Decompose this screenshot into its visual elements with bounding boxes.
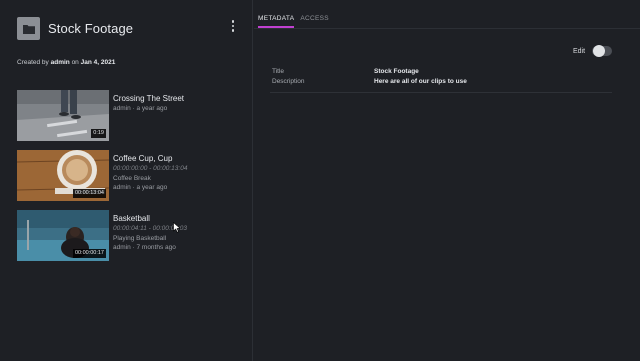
tabs-divider <box>254 28 640 29</box>
metadata-key: Description <box>272 78 305 85</box>
tab-metadata[interactable]: METADATA <box>258 14 295 28</box>
dot-icon <box>231 20 235 23</box>
clip-item[interactable]: 00:00:13:04 Coffee Cup, Cup 00:00:00:00 … <box>17 150 247 202</box>
created-by-text: Created by admin on Jan 4, 2021 <box>17 59 115 66</box>
metadata-value: Stock Footage <box>374 68 419 75</box>
details-tabs: METADATA ACCESS <box>258 14 329 28</box>
folder-icon <box>17 17 40 40</box>
clip-thumbnail[interactable]: 0:19 <box>17 90 109 141</box>
clip-info: Crossing The Street admin · a year ago <box>113 93 248 114</box>
metadata-row-title: Title Stock Footage <box>272 68 612 78</box>
clip-item[interactable]: 0:19 Crossing The Street admin · a year … <box>17 90 247 142</box>
metadata-divider <box>270 92 612 93</box>
created-date: Jan 4, 2021 <box>80 59 116 66</box>
edit-toggle[interactable] <box>592 45 612 57</box>
clip-subtitle: Playing Basketball <box>113 234 167 242</box>
edit-toggle-label: Edit <box>573 48 586 55</box>
clip-item[interactable]: 00:00:00:17 Basketball 00:00:04:11 - 00:… <box>17 210 247 262</box>
clip-info: Coffee Cup, Cup 00:00:00:00 - 00:00:13:0… <box>113 153 248 193</box>
clip-duration-badge: 00:00:13:04 <box>72 189 106 198</box>
created-user[interactable]: admin <box>51 59 70 66</box>
clip-title: Crossing The Street <box>113 94 184 103</box>
metadata-value: Here are all of our clips to use <box>374 78 467 85</box>
clip-title: Coffee Cup, Cup <box>113 154 173 163</box>
metadata-key: Title <box>272 68 285 75</box>
created-mid: on <box>69 59 81 66</box>
collection-sidebar: Stock Footage Created by admin on Jan 4,… <box>0 0 253 361</box>
clip-meta: admin · a year ago <box>113 105 168 112</box>
dot-icon <box>231 29 235 32</box>
clip-duration-badge: 00:00:00:17 <box>72 249 106 258</box>
created-prefix: Created by <box>17 59 51 66</box>
more-options-button[interactable] <box>227 18 239 34</box>
clip-time-range: 00:00:00:00 - 00:00:13:04 <box>113 165 188 172</box>
clip-thumbnail[interactable]: 00:00:00:17 <box>17 210 109 261</box>
collection-title: Stock Footage <box>48 21 134 36</box>
clip-meta: admin · a year ago <box>113 184 168 191</box>
clip-duration-badge: 0:19 <box>91 129 106 138</box>
clip-subtitle: Coffee Break <box>113 174 151 182</box>
clip-thumbnail[interactable]: 00:00:13:04 <box>17 150 109 201</box>
dot-icon <box>231 24 235 28</box>
toggle-knob <box>593 45 605 57</box>
metadata-row-description: Description Here are all of our clips to… <box>272 78 612 88</box>
mouse-cursor-icon <box>173 222 181 233</box>
tab-access[interactable]: ACCESS <box>300 14 329 28</box>
clip-meta: admin · 7 months ago <box>113 244 176 251</box>
